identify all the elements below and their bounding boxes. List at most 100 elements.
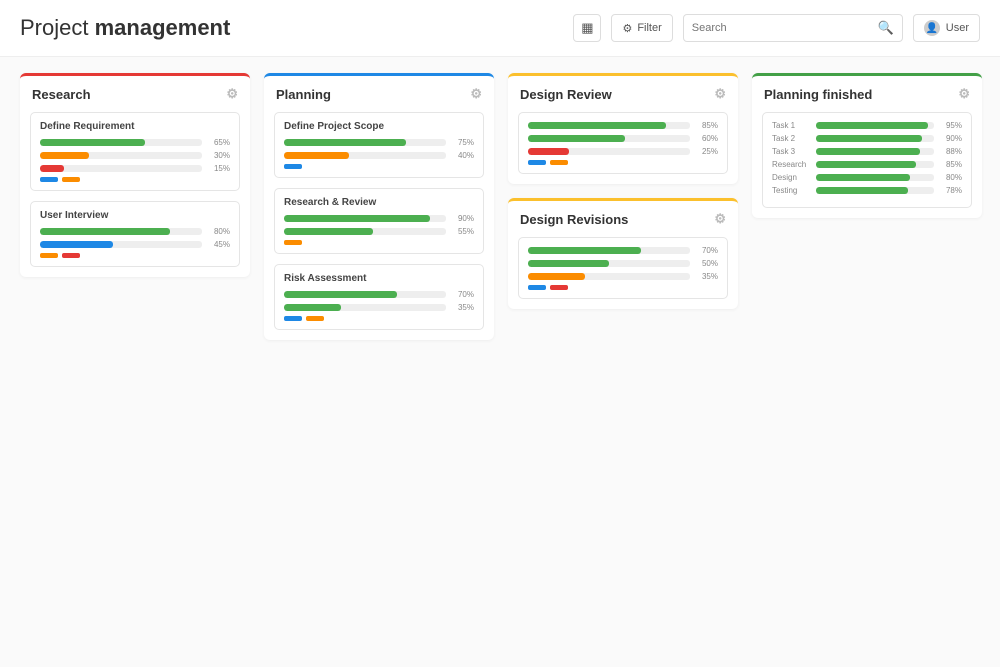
- column-settings-icon[interactable]: ⚙: [714, 86, 726, 102]
- task-card[interactable]: Research & Review90%55%: [274, 188, 484, 254]
- progress-percent: 90%: [452, 214, 474, 223]
- card-tags: [284, 316, 474, 321]
- card-title: Define Requirement: [40, 121, 230, 132]
- progress-track: [528, 122, 690, 129]
- progress-track: [284, 228, 446, 235]
- progress-percent: 70%: [696, 246, 718, 255]
- progress-track: [816, 122, 934, 129]
- card-title: User Interview: [40, 210, 230, 221]
- progress-row: 65%: [40, 138, 230, 147]
- progress-track: [40, 152, 202, 159]
- tag-blue: [528, 160, 546, 165]
- task-card[interactable]: Risk Assessment70%35%: [274, 264, 484, 330]
- filter-button[interactable]: ⚙ Filter: [611, 14, 672, 42]
- progress-fill: [284, 228, 373, 235]
- column-settings-icon[interactable]: ⚙: [226, 86, 238, 102]
- tag-blue: [284, 164, 302, 169]
- progress-track: [528, 148, 690, 155]
- progress-fill: [816, 187, 908, 194]
- task-card[interactable]: 70% 50% 35%: [518, 237, 728, 299]
- kanban-column: Planning ⚙ Define Project Scope75%40% Resea…: [264, 73, 494, 340]
- progress-row: Task 290%: [772, 134, 962, 143]
- tag-red: [550, 285, 568, 290]
- card-tags: [528, 160, 718, 165]
- progress-fill: [284, 152, 349, 159]
- task-card[interactable]: Task 195%Task 290%Task 388%Research85%De…: [762, 112, 972, 208]
- progress-fill: [40, 165, 64, 172]
- tag-orange: [62, 177, 80, 182]
- tag-orange: [306, 316, 324, 321]
- progress-row: 90%: [284, 214, 474, 223]
- progress-track: [816, 148, 934, 155]
- card-tags: [40, 177, 230, 182]
- progress-track: [40, 241, 202, 248]
- progress-percent: 70%: [452, 290, 474, 299]
- progress-row: 70%: [284, 290, 474, 299]
- progress-track: [816, 187, 934, 194]
- grid-view-button[interactable]: ▦: [573, 14, 601, 42]
- progress-row: 50%: [528, 259, 718, 268]
- column-body: 85%60%25%: [508, 112, 738, 184]
- progress-track: [528, 247, 690, 254]
- progress-percent: 15%: [208, 164, 230, 173]
- progress-row: 25%: [528, 147, 718, 156]
- progress-row: 45%: [40, 240, 230, 249]
- progress-row: 15%: [40, 164, 230, 173]
- progress-track: [40, 228, 202, 235]
- task-card[interactable]: 85%60%25%: [518, 112, 728, 174]
- progress-percent: 80%: [208, 227, 230, 236]
- progress-row: Task 195%: [772, 121, 962, 130]
- progress-track: [528, 273, 690, 280]
- progress-percent: 45%: [208, 240, 230, 249]
- task-card[interactable]: Define Project Scope75%40%: [274, 112, 484, 178]
- kanban-column: Design Review⚙85%60%25%: [508, 73, 738, 184]
- progress-percent: 35%: [696, 272, 718, 281]
- progress-percent: 75%: [452, 138, 474, 147]
- progress-fill: [816, 161, 916, 168]
- progress-track: [816, 161, 934, 168]
- column-group: Research⚙Define Requirement65%30%15%User…: [20, 73, 250, 651]
- progress-fill: [816, 174, 910, 181]
- progress-fill: [284, 291, 397, 298]
- progress-track: [816, 174, 934, 181]
- column-group: Planning finished⚙Task 195%Task 290%Task…: [752, 73, 982, 651]
- avatar-icon: 👤: [924, 20, 940, 36]
- progress-fill: [816, 135, 922, 142]
- progress-percent: 78%: [940, 186, 962, 195]
- task-card[interactable]: Define Requirement65%30%15%: [30, 112, 240, 191]
- progress-percent: 65%: [208, 138, 230, 147]
- progress-row: Research85%: [772, 160, 962, 169]
- progress-row: 85%: [528, 121, 718, 130]
- column-body: 70% 50% 35%: [508, 237, 738, 309]
- progress-fill: [284, 215, 430, 222]
- progress-fill: [816, 148, 920, 155]
- column-settings-icon[interactable]: ⚙: [958, 86, 970, 102]
- progress-row: Design80%: [772, 173, 962, 182]
- progress-track: [40, 139, 202, 146]
- task-card[interactable]: User Interview 80% 45%: [30, 201, 240, 267]
- progress-fill: [284, 139, 406, 146]
- search-input[interactable]: [692, 22, 872, 34]
- tag-orange: [40, 253, 58, 258]
- progress-track: [284, 215, 446, 222]
- progress-fill: [816, 122, 928, 129]
- progress-row: 35%: [528, 272, 718, 281]
- column-settings-icon[interactable]: ⚙: [714, 211, 726, 227]
- column-group: Planning ⚙ Define Project Scope75%40% Resea…: [264, 73, 494, 651]
- progress-fill: [40, 228, 170, 235]
- progress-track: [284, 291, 446, 298]
- tag-blue: [528, 285, 546, 290]
- progress-row: 75%: [284, 138, 474, 147]
- search-field[interactable]: 🔍: [683, 14, 903, 42]
- progress-fill: [528, 247, 641, 254]
- title-bold: management: [95, 15, 231, 40]
- column-title: Planning finished: [764, 87, 872, 102]
- user-menu-button[interactable]: 👤 User: [913, 14, 980, 42]
- progress-row: 70%: [528, 246, 718, 255]
- column-title: Design Revisions: [520, 212, 628, 227]
- tag-orange: [284, 240, 302, 245]
- column-title: Planning: [276, 87, 331, 102]
- column-settings-icon[interactable]: ⚙: [470, 86, 482, 102]
- progress-label: Design: [772, 173, 810, 182]
- progress-track: [40, 165, 202, 172]
